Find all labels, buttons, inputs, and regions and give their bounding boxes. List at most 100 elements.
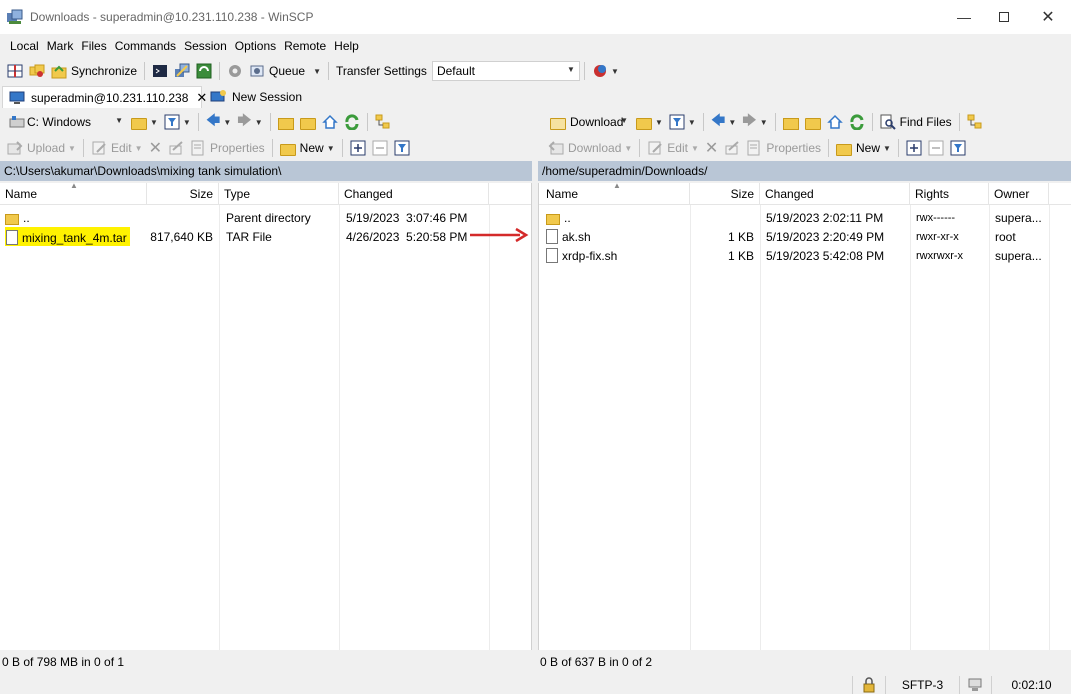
file-rights: rwxrwxr-x [916, 249, 964, 262]
menu-local[interactable]: Local [6, 39, 43, 53]
find-files-button[interactable]: Find Files [877, 111, 955, 133]
arrow-right-icon: 🡆 [742, 112, 757, 128]
remote-delete-button[interactable]: ✕ [702, 137, 721, 159]
local-select-all-button[interactable] [347, 137, 369, 159]
remote-unselect-button[interactable] [925, 137, 947, 159]
queue-button[interactable]: Queue ▼ [246, 60, 324, 82]
local-col-size[interactable]: Size [147, 183, 219, 205]
remote-filter-select-button[interactable] [947, 137, 969, 159]
tab-session-label: superadmin@10.231.110.238 [31, 90, 189, 105]
local-properties-button[interactable]: Properties [187, 137, 268, 159]
connection-icon[interactable] [959, 676, 991, 694]
remote-forward-button[interactable]: 🡆 ▼ [739, 111, 770, 133]
local-col-name[interactable]: Name ▲ [0, 181, 147, 205]
menu-mark[interactable]: Mark [43, 39, 78, 53]
transfer-options-button[interactable]: ▼ [589, 60, 622, 82]
local-parent-dir-button[interactable] [275, 111, 297, 133]
local-rename-button[interactable] [165, 137, 187, 159]
local-row-file[interactable]: mixing_tank_4m.tar 817,640 KB TAR File 4… [0, 227, 531, 246]
remote-col-name-label: Name [546, 187, 579, 201]
filter-icon [669, 114, 685, 130]
remote-back-button[interactable]: 🡄 ▼ [708, 111, 739, 133]
lock-icon[interactable] [852, 676, 884, 694]
local-filter-button[interactable]: ▼ [161, 111, 194, 133]
remote-filter-button[interactable]: ▼ [666, 111, 699, 133]
menu-remote[interactable]: Remote [280, 39, 330, 53]
arrow-left-icon: 🡄 [205, 112, 221, 128]
remote-properties-button[interactable]: Properties [743, 137, 824, 159]
synchronize-label: Synchronize [71, 64, 138, 78]
local-new-button[interactable]: New ▼ [277, 137, 338, 159]
remote-col-owner[interactable]: Owner [989, 183, 1049, 205]
remote-row-parent[interactable]: .. 5/19/2023 2:02:11 PM rwx------ supera… [539, 208, 1071, 227]
toolbar-separator [871, 113, 873, 131]
transfer-settings-select[interactable]: Default ▼ [431, 61, 580, 81]
remote-open-folder-button[interactable]: ▼ [633, 111, 666, 133]
menu-files[interactable]: Files [77, 39, 110, 53]
tab-new-session[interactable]: New Session [204, 86, 308, 108]
compare-directories-button[interactable] [4, 60, 26, 82]
remote-row-file[interactable]: ak.sh 1 KB 5/19/2023 2:20:49 PM rwxr-xr-… [539, 227, 1071, 246]
remote-edit-button[interactable]: Edit ▼ [644, 137, 702, 159]
local-drive-select[interactable]: C: Windows ▼ [4, 112, 128, 132]
remote-rename-button[interactable] [721, 137, 743, 159]
local-path-bar[interactable]: C:\Users\akumar\Downloads\mixing tank si… [0, 161, 532, 181]
local-forward-button[interactable]: 🡆 ▼ [234, 111, 265, 133]
synchronize-button[interactable]: Synchronize [48, 60, 140, 82]
remote-refresh-button[interactable] [846, 111, 868, 133]
local-refresh-button[interactable] [341, 111, 363, 133]
remote-root-dir-button[interactable] [802, 111, 824, 133]
remote-home-button[interactable] [824, 111, 846, 133]
menu-options[interactable]: Options [231, 39, 280, 53]
remote-col-rights-label: Rights [915, 187, 950, 201]
download-button[interactable]: Download ▼ [545, 137, 635, 159]
open-terminal-button[interactable] [149, 60, 171, 82]
local-col-type[interactable]: Type [219, 183, 339, 205]
upload-button[interactable]: Upload ▼ [4, 137, 79, 159]
file-owner: supera... [995, 210, 1042, 225]
local-back-button[interactable]: 🡄 ▼ [203, 111, 234, 133]
tab-session[interactable]: superadmin@10.231.110.238 ✕ [2, 86, 207, 108]
local-delete-button[interactable]: ✕ [146, 137, 165, 159]
maximize-button[interactable] [981, 0, 1027, 34]
remote-new-button[interactable]: New ▼ [833, 137, 894, 159]
highlight-marker: mixing_tank_4m.tar [5, 227, 130, 246]
file-size: 817,640 KB [150, 229, 213, 244]
close-window-button[interactable]: ✕ [1025, 0, 1071, 34]
local-home-button[interactable] [319, 111, 341, 133]
remote-col-name[interactable]: Name ▲ [541, 181, 690, 205]
download-icon [548, 140, 564, 156]
remote-col-rights[interactable]: Rights [910, 183, 989, 205]
menu-commands[interactable]: Commands [111, 39, 180, 53]
local-open-folder-button[interactable]: ▼ [128, 111, 161, 133]
local-row-parent[interactable]: .. Parent directory 5/19/2023 3:07:46 PM [0, 208, 531, 227]
remote-select-all-button[interactable] [903, 137, 925, 159]
remote-parent-dir-button[interactable] [780, 111, 802, 133]
local-file-panel[interactable]: Name ▲ Size Type Changed .. Parent direct… [0, 181, 532, 650]
preferences-button[interactable] [224, 60, 246, 82]
remote-tree-button[interactable] [964, 111, 986, 133]
rename-icon [168, 140, 184, 156]
remote-row-file[interactable]: xrdp-fix.sh 1 KB 5/19/2023 5:42:08 PM rw… [539, 246, 1071, 265]
local-unselect-button[interactable] [369, 137, 391, 159]
local-edit-button[interactable]: Edit ▼ [88, 137, 146, 159]
refresh-session-button[interactable] [193, 60, 215, 82]
local-col-changed[interactable]: Changed [339, 183, 489, 205]
remote-col-size-label: Size [730, 187, 754, 201]
putty-button[interactable] [171, 60, 193, 82]
menu-session[interactable]: Session [180, 39, 231, 53]
remote-folder-select[interactable]: Download ▼ [545, 112, 633, 132]
remote-col-changed[interactable]: Changed [760, 183, 910, 205]
remote-file-panel[interactable]: Name ▲ Size Changed Rights Owner .. 5/19/… [538, 181, 1071, 650]
chevron-down-icon: ▼ [115, 116, 123, 125]
local-root-dir-button[interactable] [297, 111, 319, 133]
remote-col-size[interactable]: Size [690, 183, 760, 205]
file-name: .. [23, 210, 30, 225]
remote-path-bar[interactable]: /home/superadmin/Downloads/ [538, 161, 1071, 181]
menu-help[interactable]: Help [330, 39, 363, 53]
chevron-down-icon: ▼ [313, 66, 321, 76]
local-filter-select-button[interactable] [391, 137, 413, 159]
local-tree-button[interactable] [372, 111, 394, 133]
synchronize-browsing-button[interactable] [26, 60, 48, 82]
delete-icon: ✕ [704, 140, 719, 157]
